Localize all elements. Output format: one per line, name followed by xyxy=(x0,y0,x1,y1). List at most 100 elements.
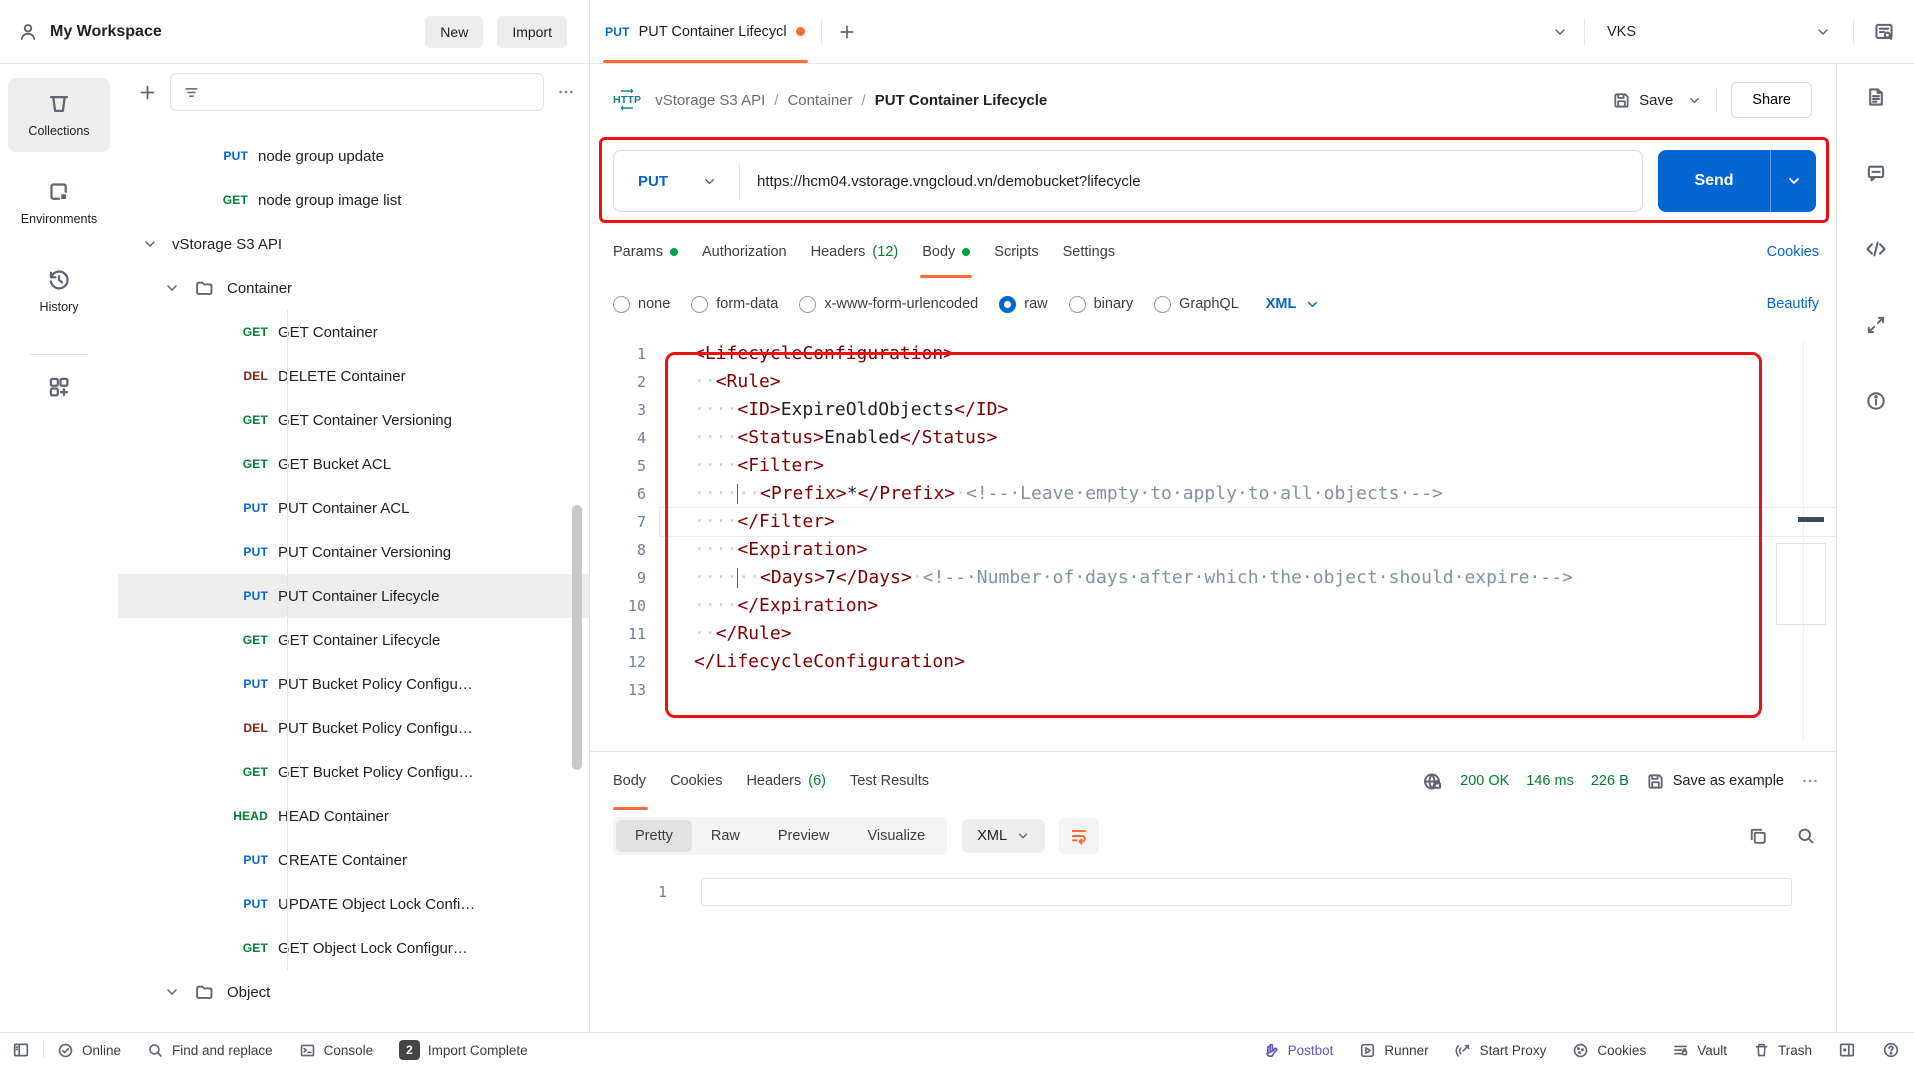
code-snippet-button[interactable] xyxy=(1865,238,1887,260)
console-button[interactable]: Console xyxy=(286,1042,387,1059)
tree-request[interactable]: HEADHEAD Container xyxy=(118,794,589,838)
cookies-button[interactable]: Cookies xyxy=(1559,1042,1659,1059)
user-icon[interactable] xyxy=(18,22,38,42)
response-tab-cookies[interactable]: Cookies xyxy=(658,752,734,810)
code-line[interactable]: 3····<ID>ExpireOldObjects</ID> xyxy=(590,396,1836,424)
cookies-link[interactable]: Cookies xyxy=(1767,244,1819,260)
response-body[interactable]: 1 xyxy=(590,862,1836,906)
code-line[interactable]: 12</LifecycleConfiguration> xyxy=(590,648,1836,676)
request-info-arrows-button[interactable] xyxy=(1865,314,1887,336)
code-line[interactable]: 5····<Filter> xyxy=(590,452,1836,480)
body-type-none[interactable]: none xyxy=(613,296,670,313)
tab-authorization[interactable]: Authorization xyxy=(690,226,799,278)
code-line[interactable]: 1<LifecycleConfiguration> xyxy=(590,340,1836,368)
view-tab-pretty[interactable]: Pretty xyxy=(616,820,692,852)
tab-body[interactable]: Body xyxy=(910,226,982,278)
view-tab-raw[interactable]: Raw xyxy=(692,820,759,852)
tab-scripts[interactable]: Scripts xyxy=(982,226,1050,278)
runner-button[interactable]: Runner xyxy=(1346,1042,1441,1059)
workspace-title[interactable]: My Workspace xyxy=(50,23,162,41)
toggle-sidebar-button[interactable] xyxy=(12,1041,43,1059)
sidebar-item-history[interactable]: History xyxy=(8,254,110,328)
tree-request[interactable]: GETGET Container Versioning xyxy=(118,398,589,442)
breadcrumb-request-name[interactable]: PUT Container Lifecycle xyxy=(875,92,1048,109)
body-language-selector[interactable]: XML xyxy=(1266,296,1321,312)
tree-request[interactable]: GETGET Bucket ACL xyxy=(118,442,589,486)
code-line[interactable]: 9······<Days>7</Days>·<!--·Number·of·day… xyxy=(590,564,1836,592)
copy-response-button[interactable] xyxy=(1748,826,1768,846)
add-collection-button[interactable] xyxy=(138,83,157,102)
response-time[interactable]: 146 ms xyxy=(1526,773,1574,789)
vault-button[interactable]: Vault xyxy=(1659,1042,1740,1059)
response-more-actions-button[interactable] xyxy=(1801,772,1819,790)
save-button[interactable]: Save xyxy=(1612,91,1673,110)
tab-settings[interactable]: Settings xyxy=(1051,226,1127,278)
tree-request[interactable]: PUTPUT Container Lifecycle xyxy=(118,574,589,618)
import-complete-status[interactable]: 2 Import Complete xyxy=(386,1040,540,1060)
sidebar-scrollbar[interactable] xyxy=(572,505,582,770)
body-type-binary[interactable]: binary xyxy=(1069,296,1134,313)
sidebar-item-collections[interactable]: Collections xyxy=(8,78,110,152)
tree-request[interactable]: PUTCREATE Container xyxy=(118,838,589,882)
body-type-form-data[interactable]: form-data xyxy=(691,296,778,313)
more-tools-button[interactable] xyxy=(47,375,71,399)
chevron-down-icon[interactable] xyxy=(164,280,180,296)
tree-request[interactable]: PUTPUT Container Versioning xyxy=(118,530,589,574)
body-type-raw[interactable]: raw xyxy=(999,296,1047,313)
help-button[interactable] xyxy=(1869,1041,1902,1059)
chevron-down-icon[interactable] xyxy=(164,984,180,1000)
tree-request[interactable]: PUTnode group upgrade xyxy=(118,120,589,134)
response-tab-body[interactable]: Body xyxy=(613,752,658,810)
response-size[interactable]: 226 B xyxy=(1591,773,1629,789)
tree-request[interactable]: PUTPUT Bucket Policy Configu… xyxy=(118,662,589,706)
code-line[interactable]: 13 xyxy=(590,676,1836,704)
tree-request[interactable]: PUTPUT Container ACL xyxy=(118,486,589,530)
environment-quick-look-button[interactable] xyxy=(1854,0,1914,63)
search-response-button[interactable] xyxy=(1796,826,1816,846)
start-proxy-button[interactable]: Start Proxy xyxy=(1442,1042,1560,1059)
request-tab[interactable]: PUT PUT Container Lifecycl xyxy=(590,0,821,63)
wrap-text-button[interactable] xyxy=(1059,818,1099,854)
tree-request[interactable]: DELDELETE Container xyxy=(118,354,589,398)
info-button[interactable] xyxy=(1865,390,1887,412)
tree-request[interactable]: GETGET Container xyxy=(118,310,589,354)
tree-folder[interactable]: Object xyxy=(118,970,589,1014)
search-collections-input[interactable] xyxy=(170,73,544,111)
view-tab-visualize[interactable]: Visualize xyxy=(848,820,944,852)
comments-button[interactable] xyxy=(1865,162,1887,184)
tab-overflow-button[interactable] xyxy=(1536,0,1584,63)
response-tab-test-results[interactable]: Test Results xyxy=(838,752,941,810)
send-button[interactable]: Send xyxy=(1658,150,1816,212)
body-type-urlencoded[interactable]: x-www-form-urlencoded xyxy=(799,296,978,313)
import-button[interactable]: Import xyxy=(497,16,567,48)
code-line[interactable]: 6······<Prefix>*</Prefix>·<!--·Leave·emp… xyxy=(590,480,1836,508)
view-tab-preview[interactable]: Preview xyxy=(759,820,849,852)
tree-folder[interactable]: Container xyxy=(118,266,589,310)
response-tab-headers[interactable]: Headers(6) xyxy=(734,752,838,810)
sidebar-item-environments[interactable]: Environments xyxy=(8,166,110,240)
method-selector[interactable]: PUT xyxy=(614,173,739,190)
environment-selector[interactable]: VKS xyxy=(1585,0,1853,63)
code-line[interactable]: 11··</Rule> xyxy=(590,620,1836,648)
code-line[interactable]: 8····<Expiration> xyxy=(590,536,1836,564)
breadcrumb-collection[interactable]: vStorage S3 API xyxy=(655,92,765,109)
editor-scrollbar-thumb[interactable] xyxy=(1776,543,1826,625)
tree-request[interactable]: GETnode group image list xyxy=(118,178,589,222)
tree-request[interactable]: GETGET Container Lifecycle xyxy=(118,618,589,662)
send-options-button[interactable] xyxy=(1770,150,1816,212)
tab-headers[interactable]: Headers(12) xyxy=(799,226,911,278)
tree-collection[interactable]: vStorage S3 API xyxy=(118,222,589,266)
save-as-example-button[interactable]: Save as example xyxy=(1646,772,1784,791)
code-line[interactable]: 7····</Filter> xyxy=(590,508,1836,536)
documentation-button[interactable] xyxy=(1865,86,1887,108)
trash-button[interactable]: Trash xyxy=(1740,1042,1825,1059)
new-tab-button[interactable] xyxy=(822,0,872,63)
code-line[interactable]: 10····</Expiration> xyxy=(590,592,1836,620)
body-type-graphql[interactable]: GraphQL xyxy=(1154,296,1239,313)
code-line[interactable]: 4····<Status>Enabled</Status> xyxy=(590,424,1836,452)
code-line[interactable]: 2··<Rule> xyxy=(590,368,1836,396)
online-status[interactable]: Online xyxy=(44,1042,134,1059)
tree-request[interactable]: DELPUT Bucket Policy Configu… xyxy=(118,706,589,750)
tree-request[interactable]: GETGET Object Lock Configur… xyxy=(118,926,589,970)
toggle-bottom-panel-button[interactable] xyxy=(1825,1041,1869,1059)
